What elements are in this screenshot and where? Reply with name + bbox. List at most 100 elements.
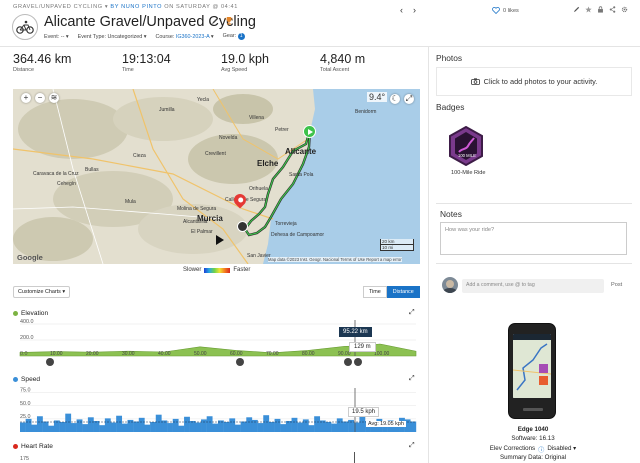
heart-rate-chart-title: Heart Rate [13, 443, 53, 450]
speed-bar [25, 418, 32, 432]
speed-bar [82, 424, 89, 432]
weather-icon[interactable]: ☾ [390, 94, 400, 104]
map-attribution[interactable]: Map data ©2023 Inst. Geogr. Nacional Ter… [268, 257, 402, 262]
speed-chart-title: Speed [13, 376, 40, 383]
elevation-y-tick: 400.0 [20, 319, 34, 325]
speed-bar [297, 422, 304, 432]
speed-bar [359, 416, 366, 432]
map-city-label: Torrevieja [275, 221, 297, 227]
speed-legend: Slower Faster [183, 267, 250, 273]
add-photos-button[interactable]: Click to add photos to your activity. [436, 67, 632, 96]
help-icon[interactable]: ⓘ [538, 445, 544, 454]
speed-bar [104, 418, 111, 432]
time-toggle-button[interactable]: Time [363, 286, 387, 298]
lock-icon[interactable] [597, 6, 604, 13]
speed-bar [342, 421, 349, 432]
expand-elevation-icon[interactable]: ⤢ [409, 309, 415, 317]
speed-bar [274, 418, 281, 432]
device-software: Software: 16.13 [511, 435, 555, 442]
stat-label: Distance [13, 67, 34, 73]
finish-marker-icon[interactable] [237, 221, 248, 232]
map-layers-icon[interactable]: ≋ [49, 93, 59, 103]
header-divider [0, 46, 640, 47]
play-icon[interactable] [216, 235, 227, 246]
map-city-label: Elche [257, 159, 279, 168]
device-name[interactable]: Edge 1040 [503, 426, 563, 433]
edit-icon[interactable] [573, 6, 580, 13]
stat-label: Time [122, 67, 134, 73]
share-icon[interactable] [609, 6, 616, 13]
elevation-x-tick: 10.00 [50, 351, 63, 357]
activity-toolbar [573, 6, 628, 13]
map-city-label: Benidorm [355, 109, 377, 115]
zoom-out-button[interactable]: − [35, 93, 45, 103]
map-city-label: El Palmar [191, 229, 213, 235]
stat-total-ascent: 4,840 m Total Ascent [320, 52, 365, 73]
trophy-icon[interactable] [225, 16, 233, 25]
expand-speed-icon[interactable]: ⤢ [409, 375, 415, 383]
speed-bar [223, 422, 230, 432]
breadcrumb-category[interactable]: GRAVEL/UNPAVED CYCLING [13, 4, 103, 10]
elevation-x-tick: 100.00 [374, 351, 390, 357]
lap-marker-icon[interactable] [46, 358, 54, 366]
badge-100-mile-icon[interactable]: 100 MILE [448, 125, 484, 167]
map-city-label: Jumilla [159, 107, 175, 113]
lap-marker-icon[interactable] [354, 358, 362, 366]
lap-marker-icon[interactable] [236, 358, 244, 366]
post-button[interactable]: Post [611, 282, 622, 288]
speed-bar [331, 423, 337, 432]
star-icon[interactable] [585, 6, 592, 13]
heart-icon[interactable] [492, 7, 500, 14]
speed-bar [206, 416, 213, 432]
speed-bar [172, 418, 179, 432]
heart-rate-dot-icon [13, 444, 18, 449]
camera-icon [470, 78, 480, 85]
map-city-label: Cieza [133, 153, 146, 159]
notes-textarea[interactable]: How was your ride? [440, 222, 627, 255]
course-select[interactable]: Course: IG360-2023-A ▾ [155, 34, 213, 40]
next-activity-icon[interactable]: › [413, 5, 416, 15]
speed-bar [20, 422, 26, 432]
elev-corrections-select[interactable]: Disabled ▾ [547, 445, 576, 454]
route-map[interactable]: Novelda Alicante Elche Santa Pola Crevil… [13, 89, 420, 264]
settings-gear-icon[interactable] [621, 6, 628, 13]
event-type-select[interactable]: Event Type: Uncategorized ▾ [78, 34, 147, 40]
fullscreen-icon[interactable]: ⤢ [404, 94, 414, 104]
breadcrumb-date: ON SATURDAY @ 04:41 [164, 4, 238, 10]
speed-bar [31, 424, 38, 432]
gear-select[interactable]: Gear: 1 [223, 33, 245, 40]
speed-bar [240, 421, 247, 432]
speed-bar [178, 425, 185, 432]
zoom-in-button[interactable]: + [21, 93, 31, 103]
badge-name[interactable]: 100-Mile Ride [451, 170, 486, 176]
map-city-label: Villena [249, 115, 264, 121]
distance-toggle-button[interactable]: Distance [386, 286, 420, 298]
map-city-label: Mula [125, 199, 136, 205]
legend-faster: Faster [233, 267, 251, 273]
map-scale: 20 km 10 mi [380, 239, 414, 251]
pencil-icon[interactable] [211, 17, 219, 25]
speed-bar [110, 422, 117, 432]
breadcrumb-author[interactable]: BY NUNO PINTO [110, 4, 162, 10]
stat-distance: 364.46 km Distance [13, 52, 71, 73]
legend-slower: Slower [183, 267, 202, 273]
activity-type-icon [12, 14, 38, 40]
heart-rate-y-tick: 175 [20, 456, 29, 462]
notes-placeholder: How was your ride? [445, 227, 495, 233]
previous-activity-icon[interactable]: ‹ [400, 5, 403, 15]
likes[interactable]: 0 likes [492, 7, 519, 14]
speed-bar [234, 424, 241, 432]
start-marker-icon[interactable] [303, 125, 316, 138]
speed-average-label: Avg: 19.05 kph [366, 421, 406, 427]
activity-meta: Event: -- ▾ Event Type: Uncategorized ▾ … [44, 33, 245, 40]
lap-marker-icon[interactable] [344, 358, 352, 366]
comment-input[interactable]: Add a comment, use @ to tag [462, 279, 604, 293]
expand-heart-rate-icon[interactable]: ⤢ [409, 442, 415, 450]
speed-bar [268, 422, 275, 432]
elevation-y-tick: 0.0 [20, 351, 28, 357]
stat-value: 19:13:04 [122, 52, 171, 66]
user-avatar[interactable] [442, 277, 458, 293]
customize-charts-button[interactable]: Customize Charts ▾ [13, 286, 71, 298]
event-select[interactable]: Event: -- ▾ [44, 34, 69, 40]
title-tools [211, 16, 233, 25]
